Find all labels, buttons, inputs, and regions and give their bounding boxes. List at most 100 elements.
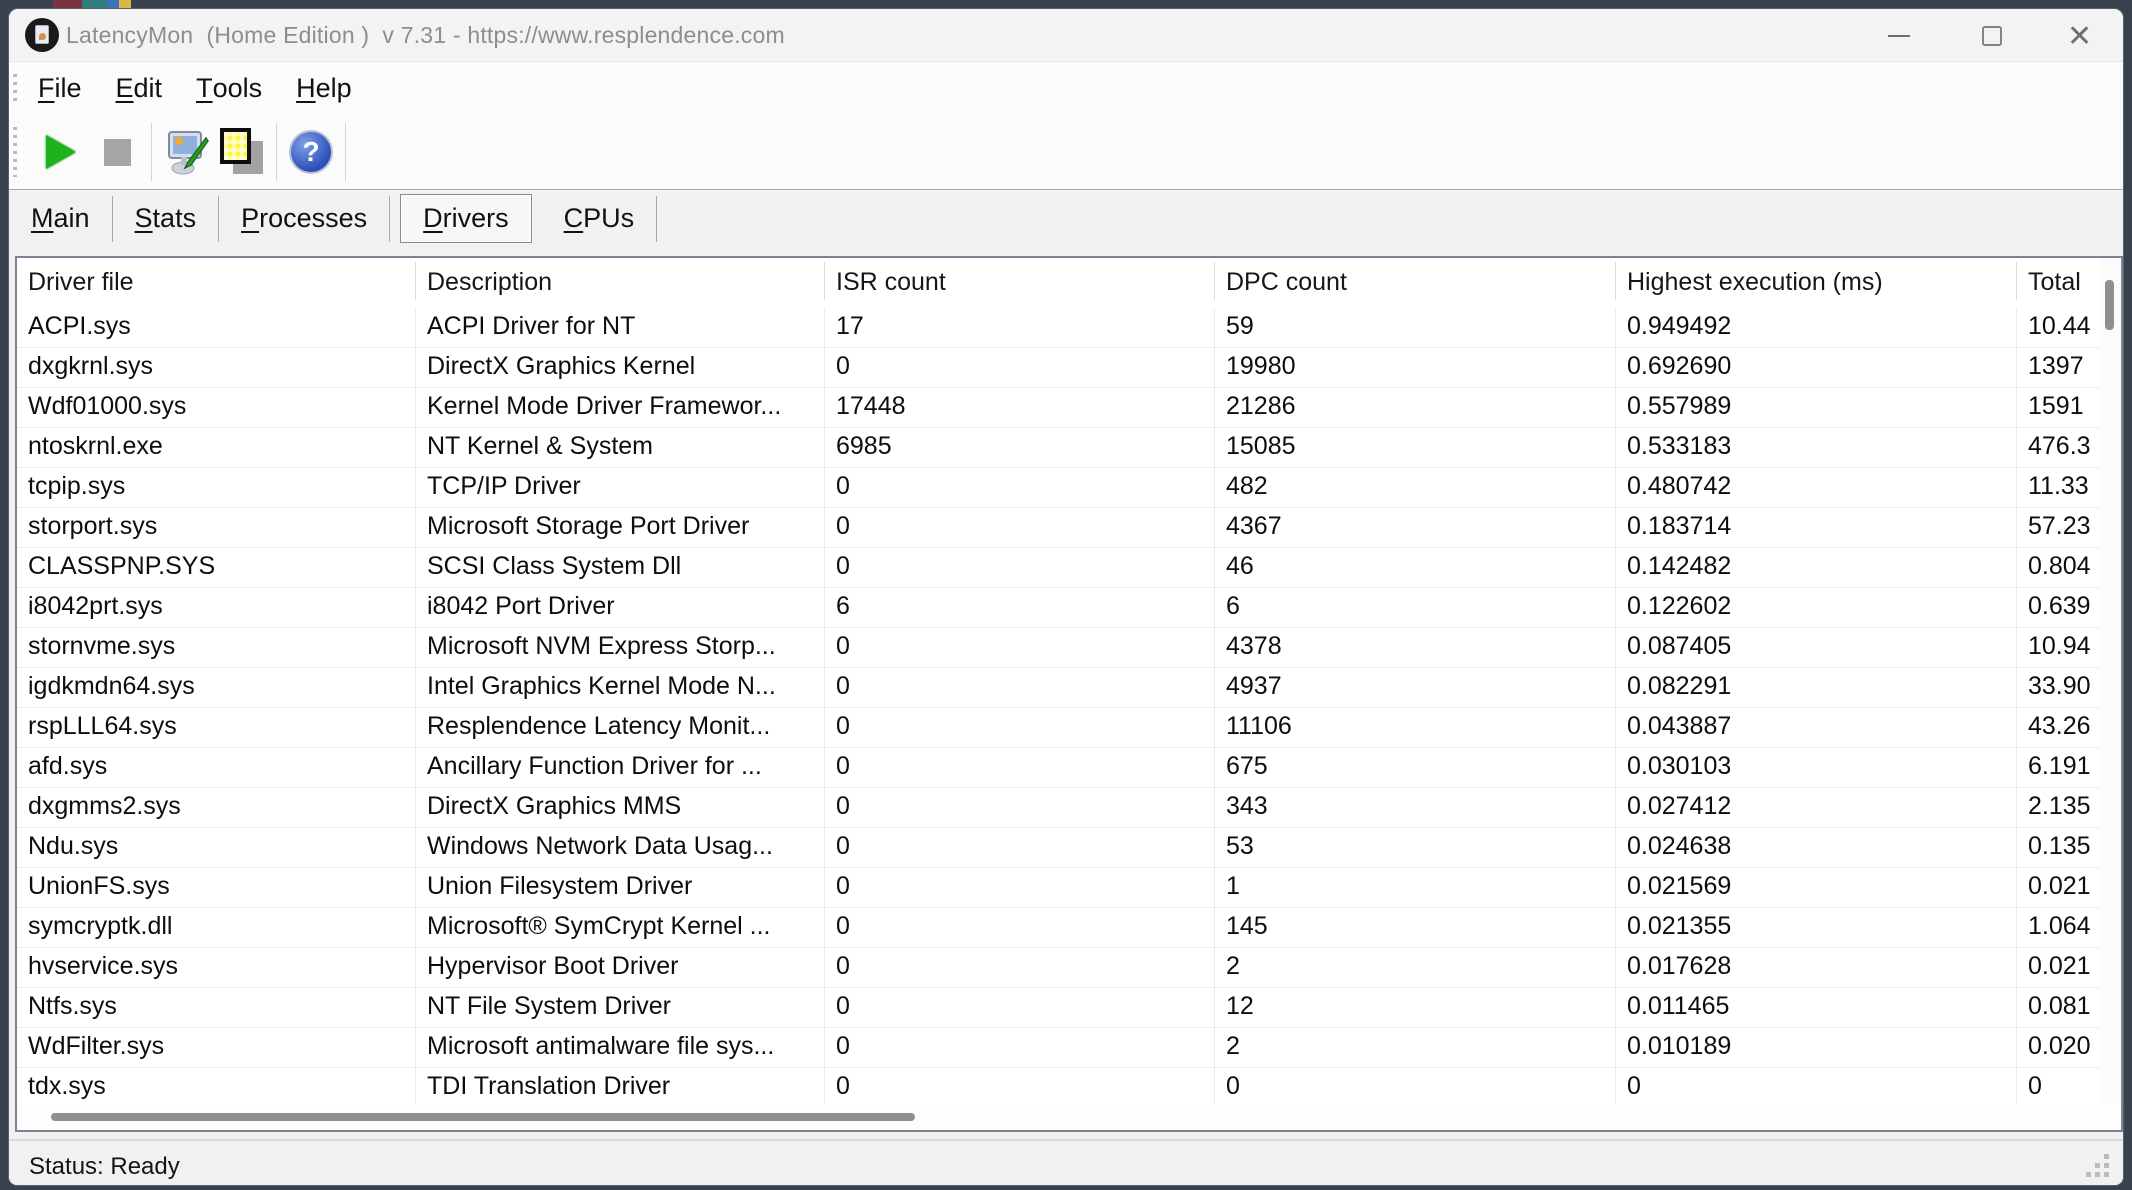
cell-driver-file: i8042prt.sys — [17, 588, 416, 627]
column-header-highest-execution[interactable]: Highest execution (ms) — [1616, 258, 2017, 308]
menu-edit[interactable]: Edit — [99, 62, 180, 115]
cell-dpc-count: 482 — [1215, 468, 1616, 507]
help-button[interactable]: ? — [283, 122, 339, 182]
table-row[interactable]: ACPI.sys ACPI Driver for NT 17 59 0.9494… — [17, 308, 2121, 348]
tab-processes[interactable]: Processes — [219, 195, 389, 242]
cell-highest-execution: 0.480742 — [1616, 468, 2017, 507]
table-row[interactable]: UnionFS.sys Union Filesystem Driver 0 1 … — [17, 868, 2121, 908]
table-row[interactable]: igdkmdn64.sys Intel Graphics Kernel Mode… — [17, 668, 2121, 708]
cell-description: DirectX Graphics MMS — [416, 788, 825, 827]
table-row[interactable]: ntoskrnl.exe NT Kernel & System 6985 150… — [17, 428, 2121, 468]
cell-description: Microsoft antimalware file sys... — [416, 1028, 825, 1067]
status-bar: Status: Ready — [9, 1141, 2123, 1185]
vertical-scrollbar-thumb[interactable] — [2105, 280, 2114, 330]
table-row[interactable]: stornvme.sys Microsoft NVM Express Storp… — [17, 628, 2121, 668]
vertical-scrollbar[interactable] — [2099, 258, 2121, 1104]
cell-isr-count: 0 — [825, 508, 1215, 547]
maximize-icon — [1982, 26, 2002, 46]
table-row[interactable]: Wdf01000.sys Kernel Mode Driver Framewor… — [17, 388, 2121, 428]
start-monitor-button[interactable] — [33, 122, 89, 182]
column-header-driver-file[interactable]: Driver file — [17, 258, 416, 308]
cell-driver-file: ntoskrnl.exe — [17, 428, 416, 467]
minimize-button[interactable] — [1867, 9, 1931, 61]
cell-driver-file: igdkmdn64.sys — [17, 668, 416, 707]
table-row[interactable]: tcpip.sys TCP/IP Driver 0 482 0.480742 1… — [17, 468, 2121, 508]
table-row[interactable]: CLASSPNP.SYS SCSI Class System Dll 0 46 … — [17, 548, 2121, 588]
cell-highest-execution: 0.027412 — [1616, 788, 2017, 827]
latencymon-window: LatencyMon (Home Edition ) v 7.31 - http… — [8, 8, 2124, 1186]
table-header: Driver file Description ISR count DPC co… — [17, 258, 2121, 308]
tab-drivers[interactable]: Drivers — [400, 194, 532, 243]
cell-isr-count: 0 — [825, 788, 1215, 827]
table-row[interactable]: WdFilter.sys Microsoft antimalware file … — [17, 1028, 2121, 1068]
cell-description: Ancillary Function Driver for ... — [416, 748, 825, 787]
status-text: Status: Ready — [29, 1153, 180, 1181]
cell-description: Microsoft Storage Port Driver — [416, 508, 825, 547]
cell-highest-execution: 0.692690 — [1616, 348, 2017, 387]
edit-report-button[interactable] — [158, 122, 214, 182]
menu-tools[interactable]: Tools — [179, 62, 279, 115]
table-row[interactable]: i8042prt.sys i8042 Port Driver 6 6 0.122… — [17, 588, 2121, 628]
horizontal-scrollbar-thumb[interactable] — [51, 1113, 915, 1121]
table-row[interactable]: Ntfs.sys NT File System Driver 0 12 0.01… — [17, 988, 2121, 1028]
cell-highest-execution: 0.021355 — [1616, 908, 2017, 947]
cell-description: SCSI Class System Dll — [416, 548, 825, 587]
copy-report-button[interactable] — [214, 122, 270, 182]
table-row[interactable]: hvservice.sys Hypervisor Boot Driver 0 2… — [17, 948, 2121, 988]
stop-monitor-button[interactable] — [89, 122, 145, 182]
cell-dpc-count: 4378 — [1215, 628, 1616, 667]
cell-highest-execution: 0.557989 — [1616, 388, 2017, 427]
horizontal-scrollbar[interactable] — [17, 1104, 2121, 1130]
maximize-button[interactable] — [1960, 9, 2024, 61]
table-row[interactable]: Ndu.sys Windows Network Data Usag... 0 5… — [17, 828, 2121, 868]
tab-separator — [656, 196, 657, 242]
cell-isr-count: 0 — [825, 948, 1215, 987]
play-icon — [46, 135, 76, 169]
cell-isr-count: 0 — [825, 1068, 1215, 1107]
cell-dpc-count: 21286 — [1215, 388, 1616, 427]
tab-stats[interactable]: Stats — [113, 195, 219, 242]
cell-dpc-count: 19980 — [1215, 348, 1616, 387]
column-header-isr-count[interactable]: ISR count — [825, 258, 1215, 308]
tab-main[interactable]: Main — [9, 195, 112, 242]
cell-isr-count: 0 — [825, 868, 1215, 907]
cell-isr-count: 0 — [825, 828, 1215, 867]
toolbar-separator — [151, 123, 152, 181]
menu-help[interactable]: Help — [279, 62, 369, 115]
column-header-description[interactable]: Description — [416, 258, 825, 308]
cell-driver-file: Ntfs.sys — [17, 988, 416, 1027]
cell-dpc-count: 0 — [1215, 1068, 1616, 1107]
table-row[interactable]: afd.sys Ancillary Function Driver for ..… — [17, 748, 2121, 788]
cell-isr-count: 0 — [825, 548, 1215, 587]
cell-description: Microsoft NVM Express Storp... — [416, 628, 825, 667]
cell-highest-execution: 0 — [1616, 1068, 2017, 1107]
resize-grip[interactable] — [2083, 1151, 2109, 1177]
close-button[interactable]: ✕ — [2052, 9, 2116, 61]
cell-highest-execution: 0.024638 — [1616, 828, 2017, 867]
cell-highest-execution: 0.011465 — [1616, 988, 2017, 1027]
toolbar-gripper[interactable] — [13, 127, 17, 177]
tab-cpus[interactable]: CPUs — [542, 195, 657, 242]
menu-bar: File Edit Tools Help — [9, 61, 2123, 115]
table-row[interactable]: dxgkrnl.sys DirectX Graphics Kernel 0 19… — [17, 348, 2121, 388]
cell-driver-file: Ndu.sys — [17, 828, 416, 867]
table-row[interactable]: storport.sys Microsoft Storage Port Driv… — [17, 508, 2121, 548]
table-row[interactable]: symcryptk.dll Microsoft® SymCrypt Kernel… — [17, 908, 2121, 948]
cell-driver-file: tdx.sys — [17, 1068, 416, 1107]
minimize-icon — [1888, 35, 1910, 37]
menubar-gripper[interactable] — [13, 74, 17, 106]
table-row[interactable]: dxgmms2.sys DirectX Graphics MMS 0 343 0… — [17, 788, 2121, 828]
cell-driver-file: UnionFS.sys — [17, 868, 416, 907]
column-header-dpc-count[interactable]: DPC count — [1215, 258, 1616, 308]
menu-file[interactable]: File — [21, 62, 99, 115]
cell-dpc-count: 1 — [1215, 868, 1616, 907]
cell-dpc-count: 6 — [1215, 588, 1616, 627]
table-row[interactable]: tdx.sys TDI Translation Driver 0 0 0 0 — [17, 1068, 2121, 1108]
table-row[interactable]: rspLLL64.sys Resplendence Latency Monit.… — [17, 708, 2121, 748]
cell-isr-count: 0 — [825, 748, 1215, 787]
cell-isr-count: 0 — [825, 988, 1215, 1027]
cell-driver-file: symcryptk.dll — [17, 908, 416, 947]
cell-dpc-count: 46 — [1215, 548, 1616, 587]
stop-icon — [104, 139, 131, 166]
toolbar-separator — [345, 123, 346, 181]
